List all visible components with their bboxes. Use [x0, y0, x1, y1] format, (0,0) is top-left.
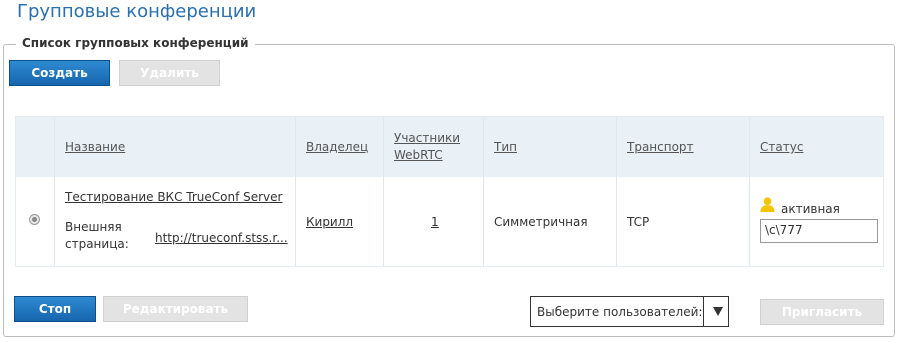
stop-button[interactable]: Стоп — [14, 296, 96, 322]
external-page-label-line1: Внешняя — [65, 220, 122, 234]
create-button[interactable]: Создать — [9, 60, 110, 86]
row-select-radio[interactable] — [29, 214, 40, 225]
participants-count-link[interactable]: 1 — [431, 215, 439, 229]
users-select[interactable]: Выберите пользователей: — [530, 296, 729, 327]
conference-type: Симметричная — [494, 215, 588, 229]
delete-button[interactable]: Удалить — [119, 60, 220, 86]
column-header-status[interactable]: Статус — [760, 140, 803, 154]
conference-transport: TCP — [627, 215, 650, 229]
owner-link[interactable]: Кирилл — [306, 215, 353, 229]
external-page-label: Внешняя страница: — [65, 219, 129, 253]
column-header-transport[interactable]: Транспорт — [627, 140, 694, 154]
column-header-name[interactable]: Название — [65, 140, 125, 154]
external-page-label-line2: страница: — [65, 237, 129, 251]
section-legend: Список групповых конференций — [16, 36, 255, 50]
column-header-owner[interactable]: Владелец — [306, 140, 368, 154]
page-title: Групповые конференции — [17, 1, 257, 22]
column-header-participants-line2: WebRTC — [394, 148, 443, 162]
user-icon — [760, 197, 775, 212]
status-value-field[interactable]: \c\777 — [760, 219, 878, 243]
invite-button[interactable]: Пригласить — [760, 299, 884, 325]
conferences-table: Название Владелец Участники WebRTC Тип Т… — [15, 116, 884, 267]
conference-name-link[interactable]: Тестирование ВКС TrueConf Server — [65, 190, 282, 204]
external-page-link[interactable]: http://trueconf.stss.r... — [155, 231, 288, 245]
chevron-down-icon[interactable] — [713, 307, 723, 316]
column-header-participants-line1: Участники — [394, 131, 461, 145]
users-select-divider — [703, 297, 704, 326]
status-text: активная — [781, 202, 840, 216]
edit-button[interactable]: Редактировать — [103, 296, 248, 322]
column-header-participants[interactable]: Участники WebRTC — [394, 130, 460, 164]
users-select-label: Выберите пользователей: — [537, 305, 703, 319]
column-header-type[interactable]: Тип — [494, 140, 517, 154]
